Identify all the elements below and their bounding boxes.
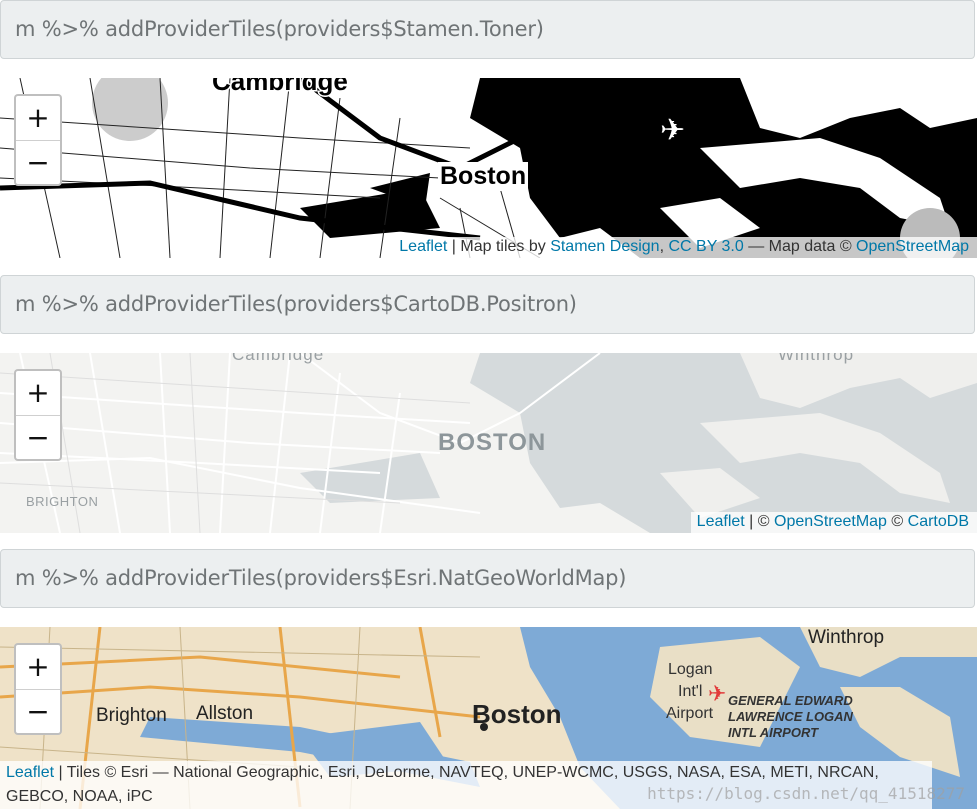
map-positron[interactable]: Cambridge Winthrop BOSTON BRIGHTON + − L… xyxy=(0,353,977,533)
zoom-out-button[interactable]: − xyxy=(16,141,60,184)
map-label-northeast: Winthrop xyxy=(778,353,855,364)
map-label-logan-3: Airport xyxy=(666,705,714,722)
stamen-link[interactable]: Stamen Design xyxy=(550,238,659,255)
zoom-control: + − xyxy=(14,369,62,461)
license-link[interactable]: CC BY 3.0 xyxy=(668,238,743,255)
map-label-north: Cambridge xyxy=(211,78,350,98)
zoom-out-button[interactable]: − xyxy=(16,416,60,459)
code-block-natgeo: m %>% addProviderTiles(providers$Esri.Na… xyxy=(0,549,975,608)
map-label-logan-1: Logan xyxy=(668,661,713,678)
leaflet-link[interactable]: Leaflet xyxy=(399,238,447,255)
map-label-north: Cambridge xyxy=(232,353,325,364)
code-text: m %>% addProviderTiles(providers$Esri.Na… xyxy=(15,566,627,590)
map-label-northeast: Winthrop xyxy=(808,627,885,648)
leaflet-link[interactable]: Leaflet xyxy=(6,764,54,781)
zoom-control: + − xyxy=(14,94,62,186)
map-toner[interactable]: ✈ Cambridge Boston + − Leaflet | Map til… xyxy=(0,78,977,258)
code-block-toner: m %>% addProviderTiles(providers$Stamen.… xyxy=(0,0,975,59)
map-label-logan-2: Int'l xyxy=(678,683,703,700)
attr-text: — Map data © xyxy=(743,238,857,255)
svg-text:✈: ✈ xyxy=(660,113,685,148)
code-text: m %>% addProviderTiles(providers$CartoDB… xyxy=(15,292,577,316)
zoom-in-button[interactable]: + xyxy=(16,645,60,690)
carto-link[interactable]: CartoDB xyxy=(908,513,969,530)
map-label-brighton: Brighton xyxy=(96,705,167,726)
map-label-airport-1: GENERAL EDWARD xyxy=(728,693,853,708)
code-block-positron: m %>% addProviderTiles(providers$CartoDB… xyxy=(0,275,975,334)
map-label-west: BRIGHTON xyxy=(26,494,99,509)
map-label-city: BOSTON xyxy=(438,429,547,456)
watermark: https://blog.csdn.net/qq_41518277 xyxy=(647,784,965,803)
zoom-in-button[interactable]: + xyxy=(16,371,60,416)
attr-text: © xyxy=(886,513,908,530)
osm-link[interactable]: OpenStreetMap xyxy=(774,513,887,530)
osm-link[interactable]: OpenStreetMap xyxy=(856,238,969,255)
map-natgeo[interactable]: ✈ Winthrop Brighton Allston Boston Logan… xyxy=(0,627,977,809)
map-label-airport-2: LAWRENCE LOGAN xyxy=(728,709,853,724)
attr-text: | © xyxy=(744,513,774,530)
map-attribution: Leaflet | Map tiles by Stamen Design, CC… xyxy=(393,237,977,258)
map-label-city: Boston xyxy=(472,699,562,729)
map-label-airport-3: INTL AIRPORT xyxy=(728,725,819,740)
map-attribution: Leaflet | © OpenStreetMap © CartoDB xyxy=(690,512,977,533)
svg-text:✈: ✈ xyxy=(708,682,726,707)
attr-text: | Map tiles by xyxy=(447,238,551,255)
zoom-in-button[interactable]: + xyxy=(16,96,60,141)
zoom-control: + − xyxy=(14,643,62,735)
map-label-allston: Allston xyxy=(196,703,254,724)
leaflet-link[interactable]: Leaflet xyxy=(697,513,745,530)
code-text: m %>% addProviderTiles(providers$Stamen.… xyxy=(15,17,544,41)
map-label-city: Boston xyxy=(438,162,529,191)
zoom-out-button[interactable]: − xyxy=(16,690,60,733)
